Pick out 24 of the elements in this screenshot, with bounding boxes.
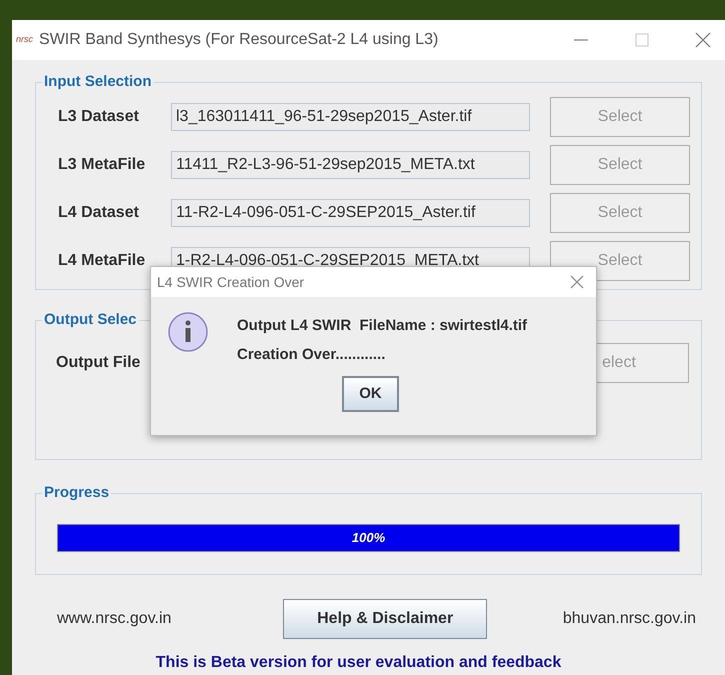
field-label: L4 MetaFile — [58, 251, 146, 271]
file-field[interactable]: 11411_R2-L3-96-51-29sep2015_META.txt — [171, 151, 530, 179]
close-icon[interactable] — [695, 32, 711, 48]
window-title: SWIR Band Synthesys (For ResourceSat-2 L4 using L3) — [39, 30, 438, 50]
dialog-title: L4 SWIR Creation Over — [157, 272, 304, 292]
ok-button[interactable]: OK — [342, 376, 399, 412]
field-label: L3 Dataset — [58, 107, 140, 127]
help-button[interactable]: Help & Disclaimer — [283, 599, 488, 639]
field-label: L4 Dataset — [58, 203, 140, 223]
file-field[interactable]: l3_163011411_96-51-29sep2015_Aster.tif — [171, 103, 530, 131]
group-title: Input Selection — [42, 72, 154, 92]
website-link[interactable]: www.nrsc.gov.in — [57, 607, 172, 631]
dialog-message: Creation Over............ — [237, 344, 386, 364]
group-title: Output Selec — [42, 310, 139, 330]
close-icon[interactable] — [570, 275, 584, 289]
dialog-message: Output L4 SWIR FileName : swirtestl4.tif — [237, 316, 528, 336]
field-label: L3 MetaFile — [58, 155, 146, 175]
beta-notice: This is Beta version for user evaluation and feedback — [154, 653, 562, 673]
field-label: Output File — [56, 353, 140, 373]
info-icon — [167, 311, 209, 353]
website-link[interactable]: bhuvan.nrsc.gov.in — [562, 607, 696, 631]
file-field[interactable]: 11-R2-L4-096-051-C-29SEP2015_Aster.tif — [171, 199, 530, 227]
app-logo: nrsc — [16, 33, 34, 46]
progress-reading: 100% — [350, 529, 386, 548]
